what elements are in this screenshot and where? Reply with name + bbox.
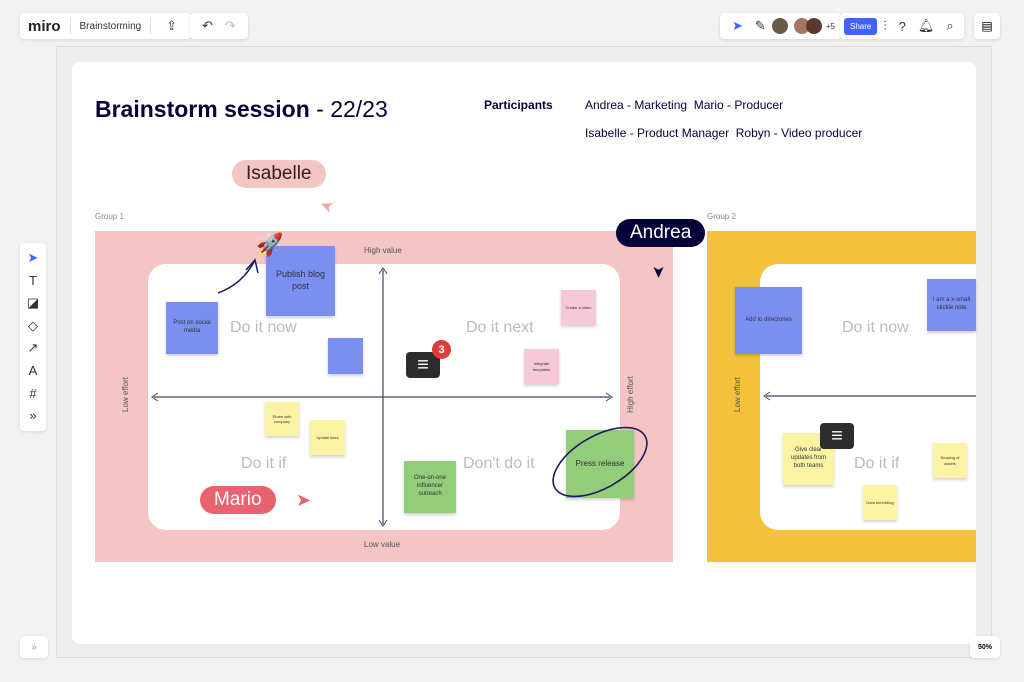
settings-sliders-icon[interactable]: ⫶ [883,18,886,34]
title-bold: Brainstorm session [95,96,310,122]
sticky-note[interactable]: Add to directories [735,287,802,354]
select-tool-icon[interactable]: ➤ [28,247,39,270]
cursor-arrow-icon: ➤ [296,490,312,510]
sticky-note[interactable]: Data shredding [863,485,897,520]
comment-icon[interactable]: ≡ [820,423,854,449]
quadrant-do-it-now: Do it now [842,319,909,336]
cursor-label-andrea: Andrea [616,219,706,247]
board-name[interactable]: Brainstorming [80,21,142,32]
help-icon[interactable]: ? [899,19,906,34]
undo-redo: ↶ ↷ [190,13,248,39]
bell-icon[interactable]: 🔔︎ [918,18,935,34]
matrix-axis [763,391,976,401]
quadrant-do-it-if: Do it if [854,455,900,472]
undo-icon[interactable]: ↶ [202,18,213,34]
low-effort-label: Low effort [732,377,742,412]
sticky-note[interactable]: I am a x-small stickie note [927,279,976,331]
redo-icon[interactable]: ↷ [225,18,236,34]
collaboration-bar: ➤ ✎ +5 [720,13,841,39]
reactions-icon[interactable]: ✎ [755,18,766,34]
low-value-label: Low value [364,540,401,549]
pen-tool-icon[interactable]: A [29,360,38,383]
board-header: miro Brainstorming ⇪ [20,13,192,39]
cursor-label-mario: Mario [200,486,276,514]
extra-collaborators[interactable]: +5 [826,22,835,31]
more-tools-icon[interactable]: » [29,405,36,428]
comment-count-badge: 3 [432,340,451,359]
group-2-label: Group 2 [707,212,736,221]
shapes-tool-icon[interactable]: ◇ [28,315,38,338]
document-icon: ▤ [981,19,993,33]
expand-panel-button[interactable]: » [20,636,48,658]
cursor-label-isabelle: Isabelle [232,160,326,188]
avatar[interactable] [805,18,822,34]
tools-toolbar: ➤ T ◪ ◇ ↗ A # » [20,243,46,431]
title-date: - 22/23 [309,96,388,122]
participants-line-1: Andrea - Marketing Mario - Producer [585,98,784,112]
participants-line-2: Isabelle - Product Manager Robyn - Video… [585,126,863,140]
low-effort-label: Low effort [120,377,130,412]
page-title: Brainstorm session - 22/23 [95,96,388,123]
text-tool-icon[interactable]: T [29,270,37,293]
miro-logo[interactable]: miro [28,18,61,35]
share-button[interactable]: Share [844,17,878,35]
search-icon[interactable]: ⌕ [946,18,953,34]
sticky-note-tool-icon[interactable]: ◪ [27,292,39,315]
zoom-level[interactable]: 50% [970,636,1000,658]
connector-tool-icon[interactable]: ↗ [28,337,39,360]
frame-tool-icon[interactable]: # [29,382,36,405]
board-actions: Share ⫶ ? 🔔︎ ⌕ [840,13,964,39]
export-icon[interactable]: ⇪ [166,18,177,34]
notes-panel-button[interactable]: ▤ [974,13,1000,39]
cursor-arrow-icon: ➤ [649,265,667,279]
group-1-label: Group 1 [95,212,124,221]
avatar[interactable] [771,18,788,34]
cursor-follow-icon[interactable]: ➤ [732,18,743,34]
sticky-note[interactable]: Scoping of assets [933,443,967,478]
rocket-icon: 🚀 [256,232,284,257]
ink-drawings [217,258,648,498]
participants-label: Participants [484,98,553,112]
